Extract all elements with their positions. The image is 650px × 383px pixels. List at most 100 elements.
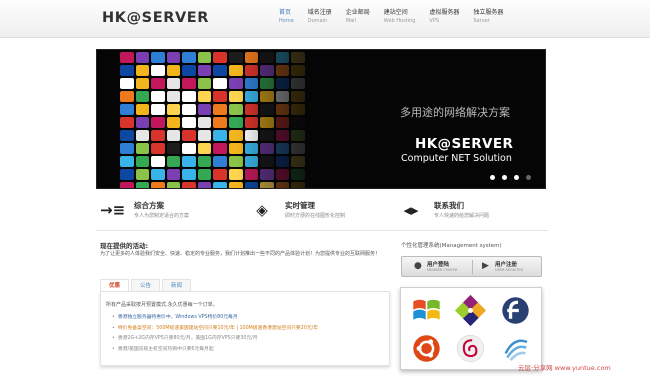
section-intro: 为了让更多的人体验我们安全、快速、稳定的专业服务，我们计划推出一些不同的产品体验… [100, 251, 381, 257]
tab-announcements[interactable]: 公告 [131, 279, 160, 291]
app-tile [120, 130, 134, 141]
app-tile [120, 65, 134, 76]
slider-dot-4[interactable] [526, 175, 531, 180]
slider-dot-1[interactable] [490, 175, 495, 180]
app-tile [166, 65, 181, 76]
promo-item[interactable]: 特价免备案空间：500M极速美国建站空间只要10元/年 | 100M极速香港建站… [112, 324, 318, 335]
tab-news[interactable]: 新闻 [162, 279, 191, 291]
hero-banner[interactable]: 多用途的网络解决方案 HK@SERVER Computer NET Soluti… [96, 49, 546, 189]
app-tile [213, 104, 228, 115]
app-tile [166, 143, 181, 154]
main-nav: 首页 Home 域名注册 Domain 企业邮局 Mail 建站空间 Web Hosti… [279, 9, 517, 25]
app-tile [151, 104, 165, 115]
app-tile [151, 169, 165, 180]
account-box: ● 用户登陆 MEMBER CENTER ▶ 用户注册 USER REGISTE… [401, 256, 542, 277]
tab-bar: 优惠 公告 新闻 [100, 279, 193, 291]
site-watermark: 云层·分享网 www.yuntue.com [518, 364, 611, 372]
site-logo[interactable]: HK@SERVER [102, 10, 209, 26]
app-tile [213, 143, 228, 154]
app-tile [213, 130, 228, 141]
app-tile [182, 104, 196, 115]
app-tile [213, 78, 228, 89]
nav-item-web-hosting[interactable]: 建站空间 Web Hosting [384, 9, 416, 25]
promo-item[interactable]: 香港/美国双核主机空间热销中只要6元每月起 [112, 345, 318, 356]
app-tile [151, 117, 165, 128]
app-tile [213, 52, 228, 63]
tab-panel: 所有产品采取按月预置模式,永久优惠每一个订单。 香港独立服务器特惠价中，Wind… [100, 291, 390, 366]
nav-item-server[interactable]: 独立服务器 Server [473, 9, 503, 25]
app-tile [197, 130, 212, 141]
arrow-icon: ▶ [482, 261, 489, 271]
app-tile [135, 169, 150, 180]
feature-strip: →≡ 综合方案 专人为您制定适合的方案 ◈ 实时管理 即时方便的在线图形化控制 … [96, 196, 546, 229]
nav-item-mail[interactable]: 企业邮局 Mail [346, 9, 370, 25]
app-tile [151, 182, 165, 188]
nav-item-vps[interactable]: 虚拟服务器 VPS [429, 9, 459, 25]
feature-description: 即时方便的在线图形化控制 [285, 213, 346, 219]
app-tile [213, 169, 228, 180]
app-tile [120, 182, 134, 188]
app-tile [166, 52, 181, 63]
feature-title: 联系我们 [434, 201, 464, 210]
app-tile [120, 117, 134, 128]
nav-label: 建站空间 [383, 9, 408, 16]
app-tile [182, 52, 196, 63]
app-tile [135, 91, 150, 102]
login-sublabel: MEMBER CENTER [427, 268, 458, 272]
app-tile [182, 91, 196, 102]
app-tile [182, 143, 196, 154]
app-tile [151, 65, 165, 76]
promo-item[interactable]: 香港2G+2G内存VPS只要80元/月，美国1G内存VPS只要30元/月 [112, 334, 318, 345]
app-tile [182, 78, 196, 89]
app-tile [135, 65, 150, 76]
promo-item[interactable]: 香港独立服务器特惠价中，Windows VPS特价80元每月 [112, 313, 318, 324]
nav-label: 首页 [279, 9, 292, 16]
feature-title: 综合方案 [134, 201, 164, 210]
site-header: HK@SERVER 首页 Home 域名注册 Domain 企业邮局 Mail 建站空… [0, 0, 650, 38]
register-sublabel: USER REGISTER [495, 268, 523, 272]
fedora-icon [502, 297, 529, 324]
app-tile [182, 169, 196, 180]
app-tile [151, 52, 165, 63]
nav-sublabel: VPS [429, 18, 440, 24]
app-tile [120, 143, 134, 154]
menu-list-icon: →≡ [100, 201, 126, 219]
layers-icon: ◈ [256, 201, 268, 219]
nav-sublabel: Home [279, 18, 294, 24]
nav-label: 域名注册 [307, 9, 332, 16]
ubuntu-icon [413, 335, 440, 362]
promo-list: 香港独立服务器特惠价中，Windows VPS特价80元每月 特价免备案空间：5… [112, 313, 318, 355]
app-tile [135, 117, 150, 128]
arrows-icon: ◂▸ [403, 201, 419, 219]
feature-description: 专人快速的给您解决问题 [434, 213, 490, 219]
app-tile [135, 52, 150, 63]
app-tile [120, 156, 134, 167]
tab-promotions[interactable]: 优惠 [100, 279, 129, 291]
nav-label: 企业邮局 [345, 9, 370, 16]
button-separator [472, 260, 473, 274]
app-tile [166, 78, 181, 89]
app-tile [135, 182, 150, 188]
nav-sublabel: Web Hosting [383, 18, 416, 24]
register-label: 用户注册 [495, 262, 518, 268]
app-tile [120, 78, 134, 89]
nav-sublabel: Mail [345, 18, 356, 24]
slider-pagination [490, 175, 538, 180]
user-icon: ● [414, 261, 422, 271]
centos-icon [454, 294, 487, 327]
app-tile [213, 65, 228, 76]
app-tile [182, 182, 196, 188]
app-tile [151, 143, 165, 154]
app-tile [197, 156, 212, 167]
banner-slogan: 多用途的网络解决方案 [400, 106, 510, 119]
app-tile [197, 143, 212, 154]
app-tile [213, 182, 228, 188]
slider-dot-3[interactable] [514, 175, 519, 180]
slider-dot-2[interactable] [502, 175, 507, 180]
app-tile [120, 104, 134, 115]
app-tile [135, 143, 150, 154]
nav-item-home[interactable]: 首页 Home [279, 9, 294, 25]
app-tile [120, 169, 134, 180]
app-tile [120, 52, 134, 63]
nav-item-domain[interactable]: 域名注册 Domain [308, 9, 332, 25]
